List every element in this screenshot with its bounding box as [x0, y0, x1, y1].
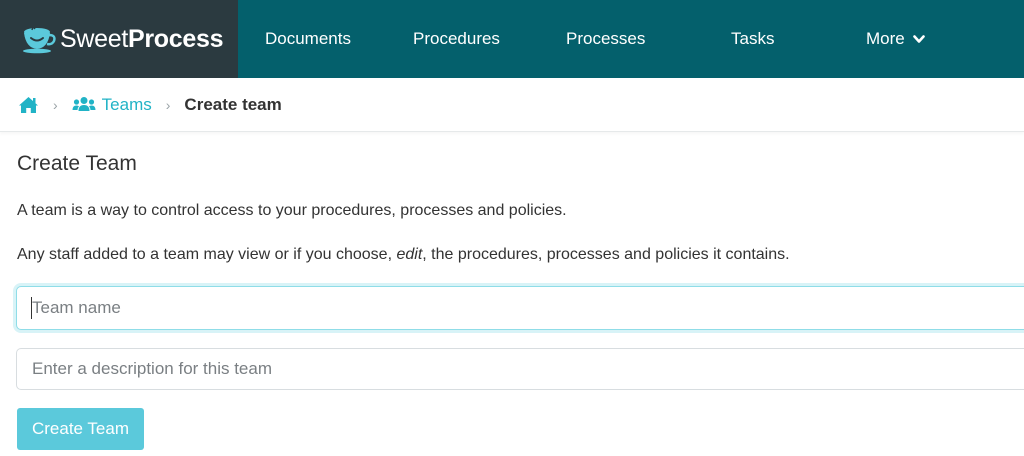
cup-icon [23, 27, 56, 54]
text-cursor [31, 297, 32, 319]
breadcrumb-separator: › [165, 96, 171, 113]
breadcrumb: › Teams › Create team [0, 78, 1024, 132]
intro-2-before: Any staff added to a team may view or if… [17, 246, 397, 263]
nav-procedures[interactable]: Procedures [413, 0, 500, 78]
brand-logo[interactable]: SweetProcess [0, 0, 238, 78]
breadcrumb-teams-label: Teams [101, 94, 152, 114]
nav-processes-label: Processes [566, 29, 646, 48]
breadcrumb-current: Create team [184, 94, 282, 114]
chevron-down-icon [912, 34, 925, 43]
create-team-button[interactable]: Create Team [17, 408, 144, 450]
home-icon [19, 96, 38, 113]
page-title: Create Team [17, 152, 137, 175]
intro-2-emphasis: edit [396, 246, 423, 263]
nav-tasks-label: Tasks [731, 29, 775, 48]
breadcrumb-home[interactable] [18, 96, 39, 114]
team-description-input[interactable] [16, 348, 1024, 390]
breadcrumb-separator: › [53, 96, 58, 113]
nav-processes[interactable]: Processes [566, 0, 645, 78]
intro-2-after: , the procedures, processes and policies… [422, 246, 790, 263]
breadcrumb-teams[interactable]: Teams [72, 95, 152, 115]
nav-more[interactable]: More [866, 0, 925, 78]
intro-text: A team is a way to control access to you… [17, 202, 567, 219]
nav-documents[interactable]: Documents [265, 0, 351, 78]
users-icon [72, 97, 96, 111]
top-navbar: SweetProcess Documents Procedures Proces… [0, 0, 1024, 78]
nav-documents-label: Documents [265, 29, 351, 48]
nav-procedures-label: Procedures [413, 29, 500, 48]
nav-more-label: More [866, 29, 905, 48]
intro-text-2: Any staff added to a team may view or if… [17, 246, 790, 264]
brand-name: SweetProcess [60, 24, 224, 53]
team-name-input[interactable] [16, 286, 1024, 330]
nav-tasks[interactable]: Tasks [731, 0, 774, 78]
